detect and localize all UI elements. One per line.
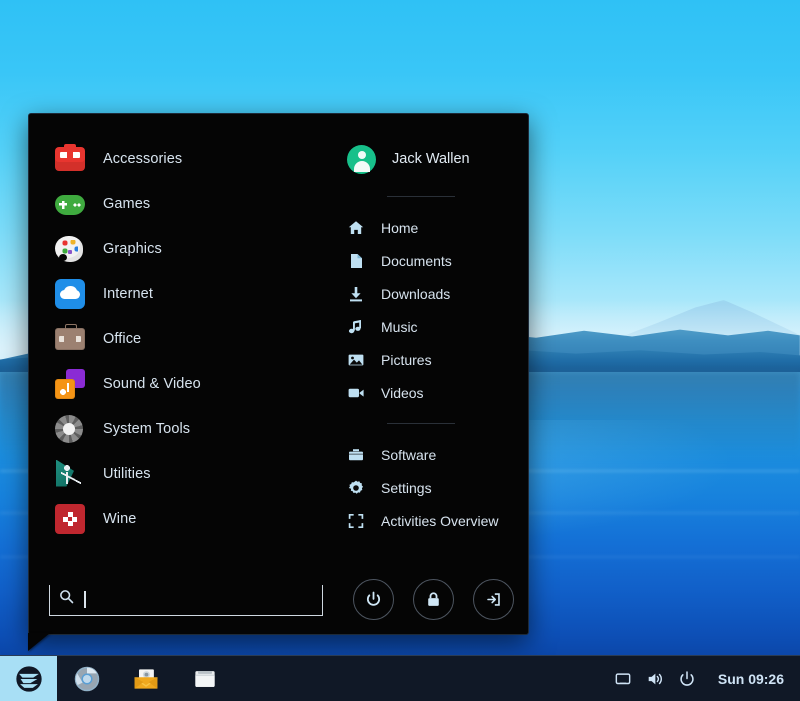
download-icon (347, 285, 365, 303)
menu-category-utilities[interactable]: Utilities (29, 451, 329, 496)
place-label: Home (381, 220, 418, 236)
menu-category-label: Graphics (103, 241, 162, 257)
user-avatar-icon (347, 145, 376, 174)
menu-category-label: Office (103, 331, 141, 347)
place-item-pictures[interactable]: Pictures (329, 343, 528, 376)
menu-category-accessories[interactable]: Accessories (29, 136, 329, 181)
video-camera-icon (347, 384, 365, 402)
user-name: Jack Wallen (392, 151, 470, 167)
taskbar-app-chromium[interactable] (57, 656, 116, 701)
separator (387, 196, 455, 197)
search-input[interactable] (49, 585, 323, 616)
zorin-menu-button[interactable] (0, 656, 57, 701)
software-bag-icon (347, 446, 365, 464)
taskbar-app-mail[interactable] (116, 656, 175, 701)
power-button-row (329, 579, 528, 620)
power-icon[interactable] (678, 670, 696, 688)
menu-category-system-tools[interactable]: System Tools (29, 406, 329, 451)
wine-icon (55, 504, 85, 534)
menu-categories-panel: Accessories Games Graphics Internet Offi… (29, 114, 329, 634)
place-label: Pictures (381, 352, 432, 368)
mail-envelope-icon (132, 665, 160, 693)
menu-category-label: System Tools (103, 421, 190, 437)
palette-icon (55, 234, 85, 264)
place-item-music[interactable]: Music (329, 310, 528, 343)
place-label: Videos (381, 385, 424, 401)
menu-category-label: Games (103, 196, 150, 212)
place-label: Documents (381, 253, 452, 269)
system-tray: Sun 09:26 (614, 670, 800, 688)
display-icon[interactable] (614, 670, 632, 688)
user-account-item[interactable]: Jack Wallen (329, 136, 528, 182)
taskbar-app-files[interactable] (175, 656, 234, 701)
menu-category-label: Utilities (103, 466, 151, 482)
place-item-downloads[interactable]: Downloads (329, 277, 528, 310)
lock-button[interactable] (413, 579, 454, 620)
volume-icon[interactable] (646, 670, 664, 688)
menu-category-sound-video[interactable]: Sound & Video (29, 361, 329, 406)
image-icon (347, 351, 365, 369)
gear-icon (55, 414, 85, 444)
start-menu: Accessories Games Graphics Internet Offi… (28, 113, 529, 635)
menu-places-panel: Jack Wallen Home Documents Downloads (329, 114, 528, 634)
place-item-videos[interactable]: Videos (329, 376, 528, 409)
activities-overview-icon (347, 512, 365, 530)
system-item-settings[interactable]: Settings (329, 471, 528, 504)
music-video-icon (55, 369, 85, 399)
cloud-icon (55, 279, 85, 309)
document-icon (347, 252, 365, 270)
menu-category-wine[interactable]: Wine (29, 496, 329, 541)
place-item-documents[interactable]: Documents (329, 244, 528, 277)
system-item-software[interactable]: Software (329, 438, 528, 471)
place-label: Downloads (381, 286, 450, 302)
gear-icon (347, 479, 365, 497)
toolbox-icon (55, 144, 85, 174)
start-menu-tail (28, 633, 50, 651)
compass-icon (55, 459, 85, 489)
gamepad-icon (55, 189, 85, 219)
menu-category-games[interactable]: Games (29, 181, 329, 226)
system-label: Activities Overview (381, 513, 498, 529)
folder-icon (191, 665, 219, 693)
menu-category-internet[interactable]: Internet (29, 271, 329, 316)
logout-button[interactable] (473, 579, 514, 620)
desktop: Accessories Games Graphics Internet Offi… (0, 0, 800, 701)
chromium-icon (73, 665, 101, 693)
zorin-logo-icon (14, 664, 44, 694)
home-icon (347, 219, 365, 237)
system-label: Software (381, 447, 436, 463)
shutdown-button[interactable] (353, 579, 394, 620)
taskbar-clock[interactable]: Sun 09:26 (718, 671, 784, 687)
menu-category-label: Wine (103, 511, 136, 527)
menu-category-label: Accessories (103, 151, 182, 167)
system-label: Settings (381, 480, 432, 496)
briefcase-icon (55, 324, 85, 354)
search-icon (59, 589, 74, 609)
place-item-home[interactable]: Home (329, 211, 528, 244)
taskbar: Sun 09:26 (0, 655, 800, 701)
menu-category-office[interactable]: Office (29, 316, 329, 361)
menu-category-graphics[interactable]: Graphics (29, 226, 329, 271)
text-cursor (84, 591, 86, 608)
system-item-activities-overview[interactable]: Activities Overview (329, 504, 528, 537)
menu-category-label: Sound & Video (103, 376, 201, 392)
music-note-icon (347, 318, 365, 336)
place-label: Music (381, 319, 418, 335)
menu-category-label: Internet (103, 286, 153, 302)
separator (387, 423, 455, 424)
